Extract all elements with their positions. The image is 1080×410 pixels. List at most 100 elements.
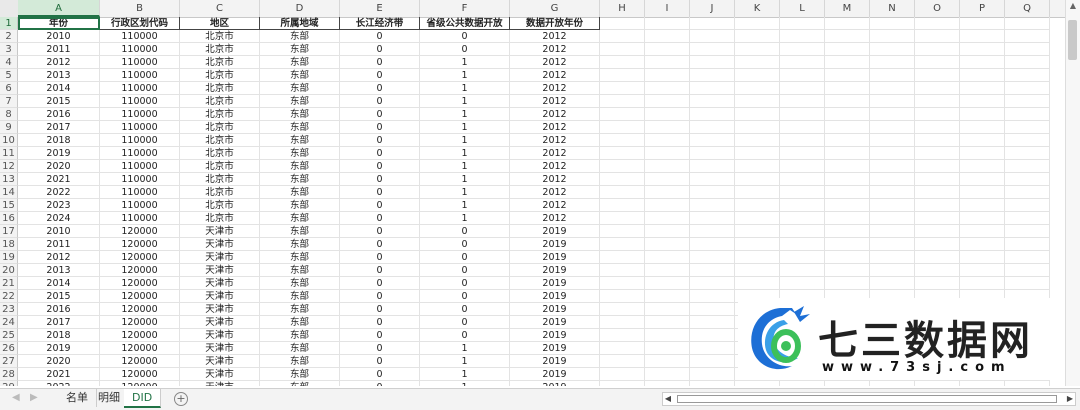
header-cell[interactable] <box>870 17 915 30</box>
table-cell[interactable] <box>645 381 690 386</box>
table-cell[interactable]: 2014 <box>18 82 100 95</box>
table-cell[interactable] <box>735 212 780 225</box>
table-cell[interactable] <box>735 82 780 95</box>
table-cell[interactable] <box>735 238 780 251</box>
table-cell[interactable] <box>915 264 960 277</box>
scroll-up-icon[interactable]: ▲ <box>1066 0 1080 12</box>
table-cell[interactable] <box>915 121 960 134</box>
table-cell[interactable] <box>1005 160 1050 173</box>
table-cell[interactable] <box>1005 82 1050 95</box>
table-cell[interactable] <box>870 30 915 43</box>
vertical-scroll-thumb[interactable] <box>1068 20 1077 60</box>
table-cell[interactable]: 1 <box>420 82 510 95</box>
table-cell[interactable] <box>1005 212 1050 225</box>
row-header[interactable]: 11 <box>0 147 18 160</box>
table-cell[interactable]: 120000 <box>100 381 180 386</box>
table-cell[interactable] <box>915 147 960 160</box>
column-header-H[interactable]: H <box>600 0 645 17</box>
table-cell[interactable] <box>645 199 690 212</box>
table-cell[interactable]: 1 <box>420 173 510 186</box>
table-cell[interactable] <box>600 264 645 277</box>
table-cell[interactable] <box>1005 381 1050 386</box>
table-cell[interactable]: 0 <box>420 225 510 238</box>
table-cell[interactable]: 天津市 <box>180 238 260 251</box>
table-cell[interactable]: 2019 <box>510 303 600 316</box>
table-cell[interactable]: 0 <box>340 30 420 43</box>
table-cell[interactable]: 东部 <box>260 316 340 329</box>
column-header-A[interactable]: A <box>18 0 100 17</box>
table-cell[interactable]: 北京市 <box>180 173 260 186</box>
table-cell[interactable] <box>690 173 735 186</box>
header-cell[interactable]: 所属地域 <box>260 17 340 30</box>
table-cell[interactable] <box>870 186 915 199</box>
table-cell[interactable]: 0 <box>340 173 420 186</box>
table-cell[interactable] <box>915 212 960 225</box>
table-cell[interactable]: 东部 <box>260 303 340 316</box>
table-cell[interactable] <box>960 212 1005 225</box>
table-cell[interactable] <box>645 30 690 43</box>
table-cell[interactable] <box>690 381 735 386</box>
table-cell[interactable] <box>825 43 870 56</box>
table-cell[interactable]: 东部 <box>260 82 340 95</box>
table-cell[interactable] <box>825 69 870 82</box>
table-cell[interactable] <box>1005 121 1050 134</box>
table-cell[interactable] <box>600 134 645 147</box>
row-header[interactable]: 14 <box>0 186 18 199</box>
table-cell[interactable] <box>870 108 915 121</box>
table-cell[interactable]: 2012 <box>510 108 600 121</box>
header-cell[interactable] <box>645 17 690 30</box>
prev-sheet-icon[interactable]: ◀ <box>12 392 20 403</box>
table-cell[interactable] <box>780 95 825 108</box>
column-header-B[interactable]: B <box>100 0 180 17</box>
table-cell[interactable]: 1 <box>420 108 510 121</box>
table-cell[interactable]: 北京市 <box>180 147 260 160</box>
table-cell[interactable] <box>825 381 870 386</box>
table-cell[interactable] <box>690 277 735 290</box>
table-cell[interactable]: 120000 <box>100 342 180 355</box>
table-cell[interactable]: 2021 <box>18 173 100 186</box>
table-cell[interactable] <box>735 95 780 108</box>
table-cell[interactable] <box>645 329 690 342</box>
table-cell[interactable]: 0 <box>340 316 420 329</box>
table-cell[interactable] <box>690 95 735 108</box>
header-cell[interactable] <box>825 17 870 30</box>
table-cell[interactable]: 110000 <box>100 95 180 108</box>
table-cell[interactable] <box>780 264 825 277</box>
table-cell[interactable]: 2019 <box>510 277 600 290</box>
table-cell[interactable]: 2016 <box>18 303 100 316</box>
table-cell[interactable] <box>870 251 915 264</box>
sheet-tab[interactable]: DID <box>124 389 162 408</box>
table-cell[interactable] <box>690 30 735 43</box>
column-header-K[interactable]: K <box>735 0 780 17</box>
table-cell[interactable]: 2012 <box>510 121 600 134</box>
table-cell[interactable] <box>1005 238 1050 251</box>
table-cell[interactable]: 110000 <box>100 186 180 199</box>
table-cell[interactable]: 2017 <box>18 316 100 329</box>
table-cell[interactable] <box>870 147 915 160</box>
table-cell[interactable] <box>600 316 645 329</box>
table-cell[interactable]: 天津市 <box>180 329 260 342</box>
table-cell[interactable]: 120000 <box>100 277 180 290</box>
column-header-N[interactable]: N <box>870 0 915 17</box>
table-cell[interactable] <box>735 186 780 199</box>
table-cell[interactable] <box>825 277 870 290</box>
table-cell[interactable]: 北京市 <box>180 212 260 225</box>
table-cell[interactable] <box>915 173 960 186</box>
table-cell[interactable]: 北京市 <box>180 121 260 134</box>
row-header[interactable]: 10 <box>0 134 18 147</box>
table-cell[interactable] <box>960 121 1005 134</box>
table-cell[interactable]: 2023 <box>18 199 100 212</box>
table-cell[interactable]: 0 <box>420 43 510 56</box>
table-cell[interactable]: 东部 <box>260 342 340 355</box>
table-cell[interactable]: 2019 <box>510 316 600 329</box>
row-header[interactable]: 8 <box>0 108 18 121</box>
table-cell[interactable]: 0 <box>340 43 420 56</box>
column-header-P[interactable]: P <box>960 0 1005 17</box>
table-cell[interactable] <box>735 121 780 134</box>
table-cell[interactable]: 0 <box>340 69 420 82</box>
table-cell[interactable]: 2019 <box>510 381 600 386</box>
table-cell[interactable] <box>870 264 915 277</box>
table-cell[interactable] <box>690 160 735 173</box>
table-cell[interactable]: 2021 <box>18 368 100 381</box>
table-cell[interactable] <box>780 212 825 225</box>
